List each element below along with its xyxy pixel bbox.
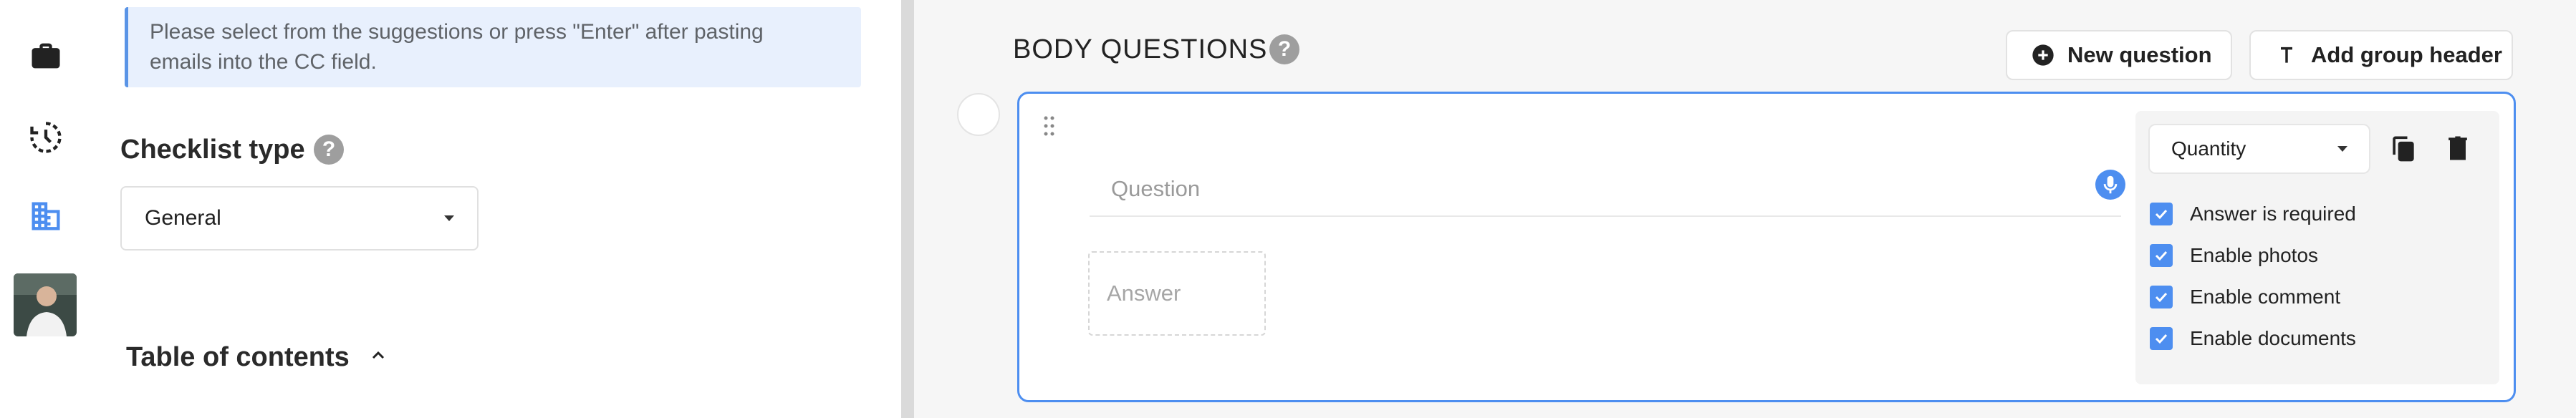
pane-splitter[interactable] <box>901 0 914 418</box>
answer-type-value: Quantity <box>2171 137 2246 160</box>
new-question-button[interactable]: New question <box>2006 30 2232 80</box>
option-label: Enable photos <box>2190 244 2319 266</box>
question-card[interactable]: Question Answer Quantity Answer is requi… <box>1017 92 2516 402</box>
info-line-1: Please select from the suggestions or pr… <box>150 20 764 44</box>
copy-icon[interactable] <box>2388 132 2419 164</box>
checkbox-checked-icon[interactable] <box>2150 203 2173 225</box>
body-questions-area: BODY QUESTIONS ? New question Add group … <box>914 0 2576 418</box>
checklist-type-select[interactable]: General <box>120 186 479 251</box>
checklist-type-title: Checklist type <box>120 135 305 165</box>
toc-title[interactable]: Table of contents <box>126 342 350 373</box>
checkbox-checked-icon[interactable] <box>2150 327 2173 350</box>
option-label: Enable comment <box>2190 286 2341 308</box>
option-label: Enable documents <box>2190 327 2356 349</box>
plus-circle-icon <box>2032 44 2054 66</box>
question-select-circle[interactable] <box>957 93 1000 136</box>
new-question-label: New question <box>2067 42 2212 67</box>
option-enable-comment[interactable]: Enable comment <box>2150 283 2340 311</box>
option-label: Answer is required <box>2190 203 2356 225</box>
trash-icon[interactable] <box>2442 132 2474 164</box>
checklist-type-help-icon[interactable]: ? <box>314 135 344 165</box>
chevron-up-icon[interactable] <box>370 346 387 364</box>
cc-info-message: Please select from the suggestions or pr… <box>125 7 861 87</box>
text-t-icon <box>2281 47 2292 63</box>
mic-icon[interactable] <box>2095 170 2125 200</box>
body-questions-help-icon[interactable]: ? <box>1269 34 1299 64</box>
question-options-panel: Quantity Answer is required Enable photo… <box>2135 111 2499 384</box>
checklist-type-value: General <box>145 206 221 230</box>
option-enable-photos[interactable]: Enable photos <box>2150 241 2318 270</box>
add-group-header-label: Add group header <box>2311 42 2502 67</box>
building-icon[interactable] <box>27 198 64 235</box>
info-line-2: emails into the CC field. <box>150 50 377 74</box>
settings-pane: Please select from the suggestions or pr… <box>92 0 901 418</box>
drag-handle-icon[interactable] <box>1044 115 1055 137</box>
avatar[interactable] <box>14 273 77 336</box>
history-icon[interactable] <box>27 119 64 156</box>
chevron-down-icon <box>2337 146 2347 152</box>
answer-type-select[interactable]: Quantity <box>2148 124 2370 174</box>
option-answer-required[interactable]: Answer is required <box>2150 200 2356 228</box>
add-group-header-button[interactable]: Add group header <box>2249 30 2513 80</box>
body-questions-title: BODY QUESTIONS <box>1013 34 1268 64</box>
question-input[interactable]: Question <box>1090 162 2121 217</box>
left-rail <box>0 0 93 418</box>
briefcase-icon[interactable] <box>27 37 64 74</box>
chevron-down-icon <box>444 215 454 221</box>
checkbox-checked-icon[interactable] <box>2150 244 2173 267</box>
checkbox-checked-icon[interactable] <box>2150 286 2173 308</box>
option-enable-documents[interactable]: Enable documents <box>2150 324 2356 353</box>
answer-input[interactable]: Answer <box>1088 251 1266 336</box>
